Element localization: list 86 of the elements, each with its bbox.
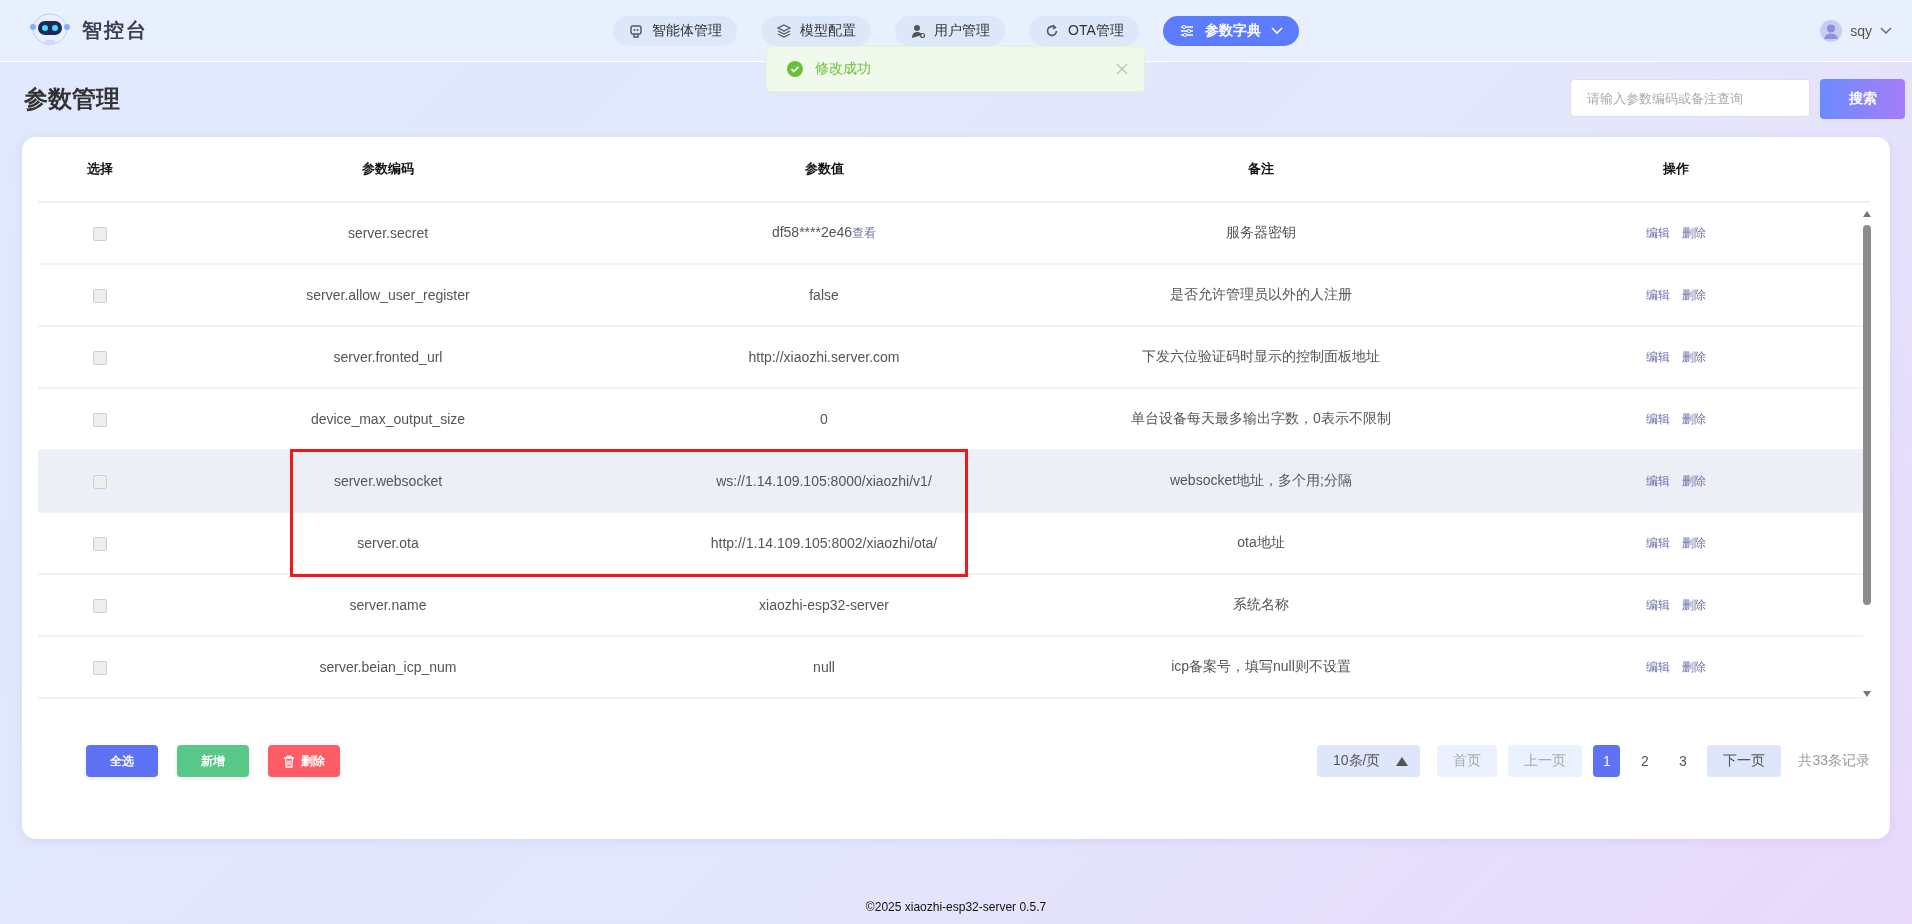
- page-size-select[interactable]: 10条/页: [1316, 745, 1421, 777]
- nav-tab[interactable]: 用户管理: [895, 15, 1005, 46]
- table-cell: ota地址: [1237, 534, 1285, 550]
- table-cell: server.fronted_url: [333, 349, 443, 365]
- select-all-button[interactable]: 全选: [86, 745, 158, 777]
- table-cell: df58****2e46: [771, 224, 853, 240]
- edit-link[interactable]: 编辑: [1646, 660, 1670, 674]
- user-icon: [910, 22, 926, 39]
- user-name[interactable]: sqy: [1850, 22, 1872, 39]
- nav-tab[interactable]: 智能体管理: [613, 15, 737, 46]
- footer-text: ©2025 xiaozhi-esp32-server 0.5.7: [864, 900, 1048, 916]
- delete-link[interactable]: 删除: [1682, 660, 1706, 674]
- delete-button[interactable]: 删除: [268, 745, 340, 777]
- table-cell: http://1.14.109.105:8002/xiaozhi/ota/: [710, 535, 938, 551]
- layers-icon: [776, 22, 792, 39]
- column-header: 参数值: [804, 161, 844, 176]
- close-icon[interactable]: [1116, 63, 1128, 75]
- table-cell: xiaozhi-esp32-server: [759, 597, 889, 613]
- table-cell: icp备案号，填写null则不设置: [1171, 658, 1351, 674]
- table-cell: server.ota: [357, 535, 419, 551]
- nav-tab[interactable]: OTA管理: [1029, 15, 1139, 46]
- search-field[interactable]: 请输入参数编码或备注查询: [1570, 79, 1810, 117]
- table-cell: 单台设备每天最多输出字数，0表示不限制: [1131, 410, 1391, 426]
- view-link[interactable]: 查看: [852, 226, 877, 240]
- robot-logo-icon: [30, 10, 70, 47]
- success-check-icon: [787, 61, 803, 77]
- page-number[interactable]: 3: [1669, 745, 1697, 777]
- nav-tab[interactable]: 参数字典: [1162, 15, 1299, 46]
- row-checkbox[interactable]: [92, 599, 107, 614]
- delete-link[interactable]: 删除: [1682, 474, 1706, 488]
- table-cell: 系统名称: [1233, 596, 1289, 612]
- edit-link[interactable]: 编辑: [1646, 474, 1670, 488]
- row-checkbox[interactable]: [92, 661, 107, 676]
- row-checkbox[interactable]: [92, 351, 107, 366]
- table-cell: 0: [820, 411, 828, 427]
- edit-link[interactable]: 编辑: [1646, 350, 1670, 364]
- app-name: 智控台: [82, 18, 148, 43]
- table-cell: server.secret: [347, 225, 429, 241]
- caret-up-icon: [1396, 756, 1409, 766]
- edit-link[interactable]: 编辑: [1646, 288, 1670, 302]
- total-records: 共33条记录: [1798, 752, 1870, 770]
- next-page-button[interactable]: 下一页: [1707, 745, 1782, 777]
- edit-link[interactable]: 编辑: [1646, 226, 1670, 240]
- row-checkbox[interactable]: [92, 413, 107, 428]
- table-cell: server.name: [349, 597, 427, 613]
- row-checkbox[interactable]: [92, 289, 107, 304]
- delete-link[interactable]: 删除: [1682, 598, 1706, 612]
- table-cell: websocket地址，多个用;分隔: [1169, 472, 1352, 488]
- row-checkbox[interactable]: [92, 227, 107, 242]
- table-cell: server.websocket: [333, 473, 443, 489]
- table-cell: server.allow_user_register: [306, 287, 470, 303]
- toast-message: 修改成功: [815, 60, 872, 78]
- refresh-icon: [1044, 22, 1060, 39]
- column-header: 选择: [86, 161, 113, 176]
- edit-link[interactable]: 编辑: [1646, 536, 1670, 550]
- delete-link[interactable]: 删除: [1682, 536, 1706, 550]
- delete-link[interactable]: 删除: [1682, 226, 1706, 240]
- table-cell: ws://1.14.109.105:8000/xiaozhi/v1/: [716, 473, 932, 489]
- nav-tab[interactable]: 模型配置: [761, 15, 871, 46]
- search-button[interactable]: 搜索: [1820, 79, 1905, 119]
- edit-link[interactable]: 编辑: [1646, 412, 1670, 426]
- table-cell: false: [809, 287, 839, 303]
- table-cell: http://xiaozhi.server.com: [748, 349, 900, 365]
- column-header: 参数编码: [362, 161, 414, 176]
- table-cell: null: [813, 659, 835, 675]
- table-cell: server.beian_icp_num: [319, 659, 457, 675]
- caret-down-icon: [1880, 26, 1892, 35]
- avatar-icon: [1820, 19, 1843, 42]
- table-cell: 下发六位验证码时显示的控制面板地址: [1142, 348, 1380, 364]
- sliders-icon: [1178, 22, 1195, 39]
- delete-link[interactable]: 删除: [1682, 288, 1706, 302]
- robot-icon: [628, 22, 644, 39]
- page-number[interactable]: 2: [1631, 745, 1659, 777]
- column-header: 操作: [1663, 161, 1689, 176]
- page-number[interactable]: 1: [1593, 745, 1621, 777]
- table-cell: 服务器密钥: [1226, 224, 1296, 240]
- page-title: 参数管理: [24, 84, 120, 114]
- edit-link[interactable]: 编辑: [1646, 598, 1670, 612]
- table-cell: device_max_output_size: [310, 411, 466, 427]
- table-cell: 是否允许管理员以外的人注册: [1170, 286, 1352, 302]
- column-header: 备注: [1248, 161, 1274, 176]
- delete-link[interactable]: 删除: [1682, 350, 1706, 364]
- trash-icon: [283, 754, 295, 768]
- delete-link[interactable]: 删除: [1682, 412, 1706, 426]
- row-checkbox[interactable]: [92, 537, 107, 552]
- row-checkbox[interactable]: [92, 475, 107, 490]
